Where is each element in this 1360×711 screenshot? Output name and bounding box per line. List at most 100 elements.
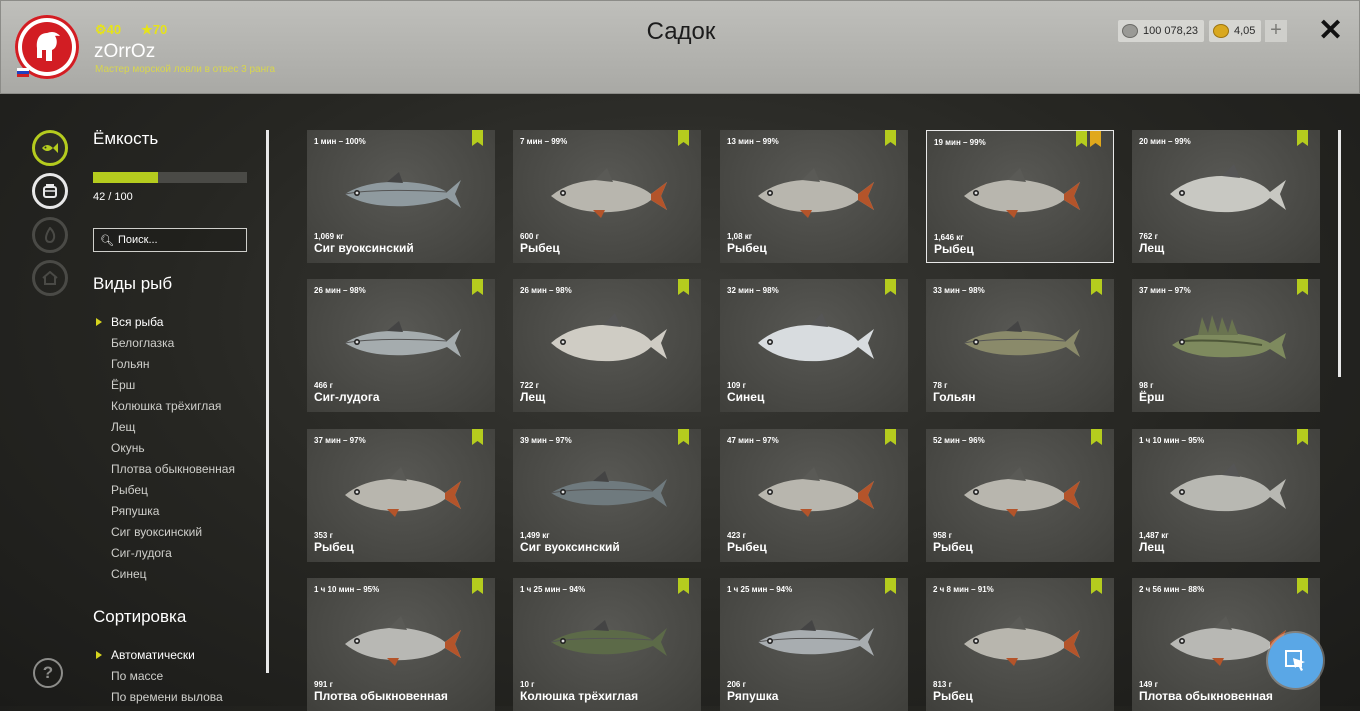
fish-card[interactable]: 39 мин – 97% 1,499 кг Сиг вуоксинский [513,429,701,562]
species-filter-item[interactable]: Синец [93,564,235,585]
fish-image [551,167,667,218]
fish-name: Рыбец [727,241,767,255]
fish-card[interactable]: 7 мин – 99% 600 г Рыбец [513,130,701,263]
sort-option-item[interactable]: Автоматически [93,645,223,666]
catch-time: 1 ч 10 мин – 95% [1139,436,1205,445]
fish-name: Рыбец [933,689,973,703]
bookmark-icon[interactable] [1297,578,1308,594]
species-filter-item[interactable]: Сиг-лудога [93,543,235,564]
search-input[interactable]: 🔍︎ Поиск... [93,228,247,252]
species-filter-item[interactable]: Плотва обыкновенная [93,459,235,480]
bookmark-icon[interactable] [885,578,896,594]
species-filter-item[interactable]: Гольян [93,354,235,375]
fish-card[interactable]: 37 мин – 97% 98 г Ёрш [1132,279,1320,412]
close-button[interactable]: ✕ [1318,14,1343,48]
bookmark-icon[interactable] [472,578,483,594]
species-filter-item[interactable]: Белоглазка [93,333,235,354]
bookmark-icon[interactable] [678,279,689,295]
fish-image [551,312,667,361]
russia-flag-icon [17,68,29,77]
species-filter-item[interactable]: Вся рыба [93,312,235,333]
bookmark-icon[interactable] [678,429,689,445]
catch-time: 2 ч 56 мин – 88% [1139,585,1205,594]
fish-weight: 762 г [1139,232,1158,241]
fish-card[interactable]: 20 мин – 99% 762 г Лещ [1132,130,1320,263]
species-filter-item[interactable]: Ёрш [93,375,235,396]
fish-weight: 1,08 кг [727,232,753,241]
catch-time: 33 мин – 98% [933,286,985,295]
fish-card[interactable]: 1 ч 25 мин – 94% 10 г Колюшка трёхиглая [513,578,701,711]
catch-time: 37 мин – 97% [314,436,366,445]
fish-card[interactable]: 1 ч 10 мин – 95% 991 г Плотва обыкновенн… [307,578,495,711]
bookmark-icon[interactable] [678,130,689,146]
fish-card[interactable]: 26 мин – 98% 466 г Сиг-лудога [307,279,495,412]
fish-card[interactable]: 1 ч 25 мин – 94% 206 г Ряпушка [720,578,908,711]
silver-coins-icon [1122,24,1138,38]
fish-card[interactable]: 52 мин – 96% 958 г Рыбец [926,429,1114,562]
species-filter-item[interactable]: Ряпушка [93,501,235,522]
fish-name: Плотва обыкновенная [314,689,448,703]
add-currency-button[interactable]: + [1265,20,1287,42]
help-button[interactable]: ? [33,658,63,688]
fish-weight: 1,499 кг [520,531,550,540]
fish-weight: 1,487 кг [1139,531,1169,540]
fish-card[interactable]: 47 мин – 97% 423 г Рыбец [720,429,908,562]
catch-time: 52 мин – 96% [933,436,985,445]
fish-card[interactable]: 13 мин – 99% 1,08 кг Рыбец [720,130,908,263]
bookmark-icon[interactable] [1297,429,1308,445]
keepnet-icon[interactable] [32,130,68,166]
species-filter-item[interactable]: Рыбец [93,480,235,501]
bookmark-icon[interactable] [1076,131,1087,147]
fish-image [345,615,461,666]
species-filter-item[interactable]: Окунь [93,438,235,459]
fish-image [758,466,874,517]
sort-option-item[interactable]: По времени вылова [93,687,223,708]
fish-card[interactable]: 37 мин – 97% 353 г Рыбец [307,429,495,562]
species-filter-item[interactable]: Колюшка трёхиглая [93,396,235,417]
bookmark-icon[interactable] [1091,429,1102,445]
bookmark-icon[interactable] [472,130,483,146]
bookmark-icon[interactable] [472,279,483,295]
gold-coins-icon [1213,24,1229,38]
bookmark-icon[interactable] [472,429,483,445]
filter-scrollbar[interactable] [266,130,269,673]
fish-image [344,320,461,357]
species-filter-item[interactable]: Сиг вуоксинский [93,522,235,543]
home-icon[interactable] [32,260,68,296]
fish-card[interactable]: 26 мин – 98% 722 г Лещ [513,279,701,412]
bookmark-icon[interactable] [885,279,896,295]
catch-time: 1 ч 25 мин – 94% [727,585,793,594]
fish-name: Сиг вуоксинский [314,241,414,255]
fish-card[interactable]: 32 мин – 98% 109 г Синец [720,279,908,412]
bookmark-icon[interactable] [678,578,689,594]
fish-card[interactable]: 33 мин – 98% 78 г Гольян [926,279,1114,412]
fish-name: Рыбец [520,241,560,255]
fish-weight: 78 г [933,381,948,390]
fish-weight: 10 г [520,680,535,689]
fish-card[interactable]: 1 мин – 100% 1,069 кг Сиг вуоксинский [307,130,495,263]
cursor-mode-button[interactable] [1268,633,1323,688]
gold-balance: 4,05 [1209,20,1262,42]
bookmark-icon[interactable] [1297,279,1308,295]
backpack-icon[interactable] [32,173,68,209]
fire-icon[interactable] [32,217,68,253]
sort-option-item[interactable]: По массе [93,666,223,687]
rank-title: Мастер морской ловли в отвес 3 ранга [95,64,276,75]
fish-card[interactable]: 19 мин – 99% 1,646 кг Рыбец [926,130,1114,263]
favorite-bookmark-icon[interactable] [1090,131,1101,147]
bookmark-icon[interactable] [885,429,896,445]
fish-weight: 206 г [727,680,746,689]
bookmark-icon[interactable] [1297,130,1308,146]
bookmark-icon[interactable] [1091,279,1102,295]
gold-amount: 4,05 [1234,25,1256,37]
grid-scrollbar[interactable] [1338,130,1341,377]
fish-image [1170,462,1286,511]
bookmark-icon[interactable] [885,130,896,146]
fish-weight: 722 г [520,381,539,390]
species-filter-item[interactable]: Лещ [93,417,235,438]
fish-card[interactable]: 1 ч 10 мин – 95% 1,487 кг Лещ [1132,429,1320,562]
bookmark-icon[interactable] [1091,578,1102,594]
capacity-bar [93,172,247,183]
fish-name: Сиг-лудога [314,390,380,404]
fish-card[interactable]: 2 ч 8 мин – 91% 813 г Рыбец [926,578,1114,711]
